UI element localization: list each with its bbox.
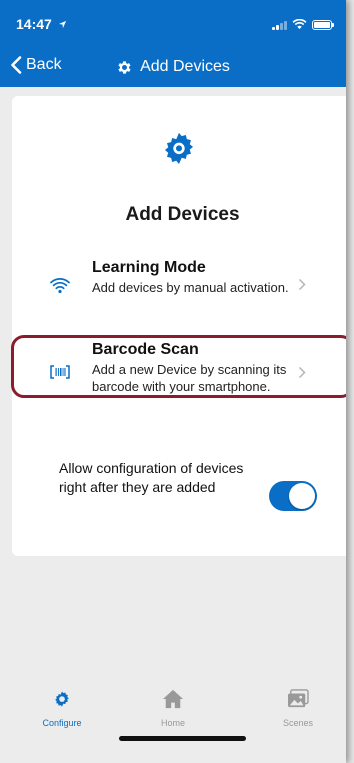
battery-icon: [312, 19, 334, 30]
home-icon: [163, 689, 183, 709]
tab-scenes[interactable]: Scenes: [258, 689, 338, 728]
tab-home[interactable]: Home: [133, 689, 213, 728]
status-bar: 14:47: [0, 0, 346, 50]
tab-bar: Configure Home Scenes: [0, 685, 346, 763]
wifi-status-icon: [292, 19, 307, 30]
app-screen: 14:47 Back Add Devices Add Devices Learn…: [0, 0, 346, 763]
header: 14:47 Back Add Devices: [0, 0, 346, 87]
status-icons: [272, 19, 334, 30]
learning-mode-label: Learning Mode: [92, 259, 206, 276]
learning-mode-option[interactable]: Learning Mode Add devices by manual acti…: [12, 258, 346, 318]
barcode-scan-text: Barcode Scan Add a new Device by scannin…: [92, 340, 292, 395]
status-time: 14:47: [16, 16, 67, 32]
page-title-text: Add Devices: [140, 58, 230, 75]
gear-icon: [118, 60, 131, 74]
wifi-icon: [50, 278, 70, 294]
barcode-scan-label: Barcode Scan: [92, 341, 199, 358]
page-title: Add Devices: [0, 58, 346, 76]
barcode-icon: [50, 365, 70, 379]
nav-bar: Back Add Devices: [0, 50, 346, 87]
learning-mode-text: Learning Mode Add devices by manual acti…: [92, 258, 292, 296]
home-indicator: [119, 736, 246, 741]
tab-configure-label: Configure: [42, 718, 82, 728]
chevron-right-icon: [298, 366, 306, 379]
chevron-right-icon: [298, 278, 306, 291]
barcode-scan-description: Add a new Device by scanning its barcode…: [92, 362, 287, 394]
barcode-scan-option[interactable]: Barcode Scan Add a new Device by scannin…: [12, 340, 346, 406]
allow-configuration-label: Allow configuration of devices right aft…: [59, 460, 244, 495]
gear-icon: [160, 130, 198, 173]
allow-configuration-toggle[interactable]: [269, 481, 317, 511]
location-arrow-icon: [58, 20, 66, 29]
learning-mode-description: Add devices by manual activation.: [92, 280, 289, 295]
tab-scenes-label: Scenes: [282, 718, 314, 728]
image-icon: [288, 689, 309, 708]
toggle-knob: [289, 483, 315, 509]
tab-configure[interactable]: Configure: [22, 689, 102, 728]
status-time-text: 14:47: [16, 16, 52, 32]
gear-icon: [55, 691, 69, 707]
card-title: Add Devices: [125, 204, 240, 225]
tab-home-label: Home: [160, 718, 185, 728]
signal-icon: [272, 20, 287, 30]
add-devices-card: Add Devices Learning Mode Add devices by…: [12, 96, 346, 556]
